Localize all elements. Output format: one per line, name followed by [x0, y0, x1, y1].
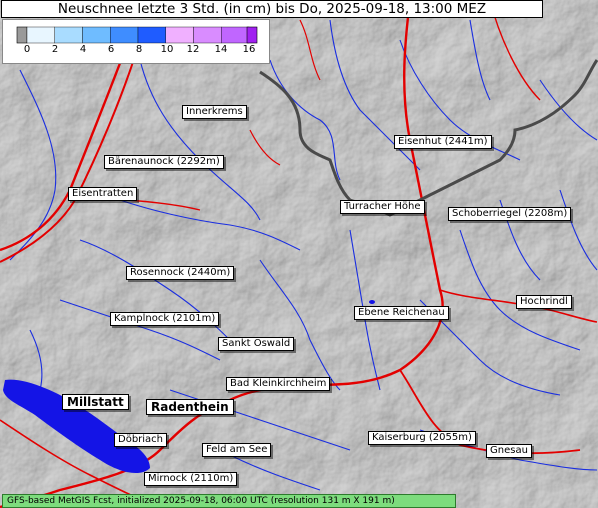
legend-tick: 2 — [51, 44, 59, 55]
place-label-ebene-reichenau[interactable]: Ebene Reichenau — [354, 306, 449, 320]
legend-swatch — [193, 26, 222, 44]
legend-tick: 14 — [214, 44, 228, 55]
legend-tick: 16 — [242, 44, 256, 55]
place-label-feld-am-see[interactable]: Feld am See — [202, 443, 272, 457]
legend: 0 2 4 6 8 10 12 14 16 — [2, 19, 270, 64]
legend-swatch — [110, 26, 139, 44]
place-label-eisenhut[interactable]: Eisenhut (2441m) — [394, 135, 492, 149]
place-label-radenthein[interactable]: Radenthein — [146, 399, 234, 415]
place-label-kaiserburg[interactable]: Kaiserburg (2055m) — [368, 431, 476, 445]
legend-swatch — [82, 26, 111, 44]
place-label-schoberriegel[interactable]: Schoberriegel (2208m) — [448, 207, 572, 221]
place-label-baerenaunock[interactable]: Bärenaunock (2292m) — [104, 155, 224, 169]
legend-swatch — [221, 26, 250, 44]
legend-colorbar — [16, 26, 258, 44]
legend-tick: 10 — [160, 44, 174, 55]
legend-swatch — [165, 26, 194, 44]
legend-swatch — [26, 26, 55, 44]
place-label-rosennock[interactable]: Rosennock (2440m) — [126, 266, 235, 280]
legend-tick: 6 — [107, 44, 115, 55]
place-label-kamplnock[interactable]: Kamplnock (2101m) — [110, 312, 220, 326]
model-info-footer: GFS-based MetGIS Fcst, initialized 2025-… — [2, 494, 456, 508]
legend-tick: 12 — [186, 44, 200, 55]
terrain-map — [0, 0, 598, 508]
place-label-gnesau[interactable]: Gnesau — [486, 444, 532, 458]
legend-ticks: 0 2 4 6 8 10 12 14 16 — [3, 44, 271, 60]
legend-tick: 8 — [135, 44, 143, 55]
legend-swatch — [54, 26, 83, 44]
place-label-bad-kleinkirchheim[interactable]: Bad Kleinkirchheim — [226, 377, 331, 391]
place-label-sankt-oswald[interactable]: Sankt Oswald — [218, 337, 295, 351]
map[interactable]: Neuschnee letzte 3 Std. (in cm) bis Do, … — [0, 0, 598, 508]
place-label-eisentratten[interactable]: Eisentratten — [68, 187, 138, 201]
place-label-millstatt[interactable]: Millstatt — [62, 394, 129, 410]
legend-tick: 0 — [23, 44, 31, 55]
place-label-mirnock[interactable]: Mirnock (2110m) — [144, 472, 238, 486]
map-title: Neuschnee letzte 3 Std. (in cm) bis Do, … — [1, 0, 543, 18]
legend-tick: 4 — [79, 44, 87, 55]
legend-swatch — [137, 26, 166, 44]
place-label-hochrindl[interactable]: Hochrindl — [516, 295, 572, 309]
place-label-innerkrems[interactable]: Innerkrems — [182, 105, 247, 119]
place-label-doebriach[interactable]: Döbriach — [114, 433, 168, 447]
place-label-turracher-hoehe[interactable]: Turracher Höhe — [340, 200, 425, 214]
small-lake — [369, 300, 375, 304]
